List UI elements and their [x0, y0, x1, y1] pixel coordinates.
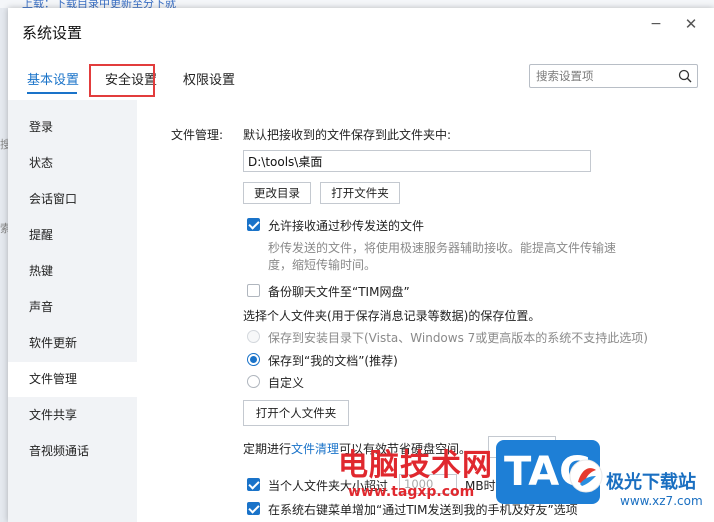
- save-folder-description: 默认把接收到的文件保存到此文件夹中:: [243, 128, 452, 142]
- background-left-strip: 搜 索: [0, 8, 11, 522]
- save-path-input[interactable]: [243, 150, 591, 172]
- cleanup-prefix: 定期进行: [243, 442, 292, 456]
- fast-send-description-cont: 度，缩短传输时间。: [268, 258, 377, 272]
- open-personal-folder-button[interactable]: 打开个人文件夹: [243, 400, 349, 426]
- sidebar-item-hotkeys[interactable]: 热键: [8, 254, 137, 289]
- allow-fast-send-label: 允许接收通过秒传发送的文件: [268, 219, 425, 233]
- background-top-strip: 上载：下载目录中更新至分下就: [0, 0, 714, 10]
- context-menu-checkbox[interactable]: [247, 502, 260, 515]
- go-cleanup-button[interactable]: 前去清理: [488, 436, 556, 458]
- minimize-button[interactable]: −: [644, 14, 668, 34]
- size-limit-label: 当个人文件夹大小超过: [268, 479, 389, 493]
- tab-permission-settings[interactable]: 权限设置: [183, 69, 235, 88]
- size-limit-checkbox[interactable]: [247, 478, 260, 491]
- content-panel: 文件管理: 默认把接收到的文件保存到此文件夹中: 更改目录 打开文件夹 允许接收…: [137, 100, 714, 522]
- highlight-box: [89, 64, 155, 97]
- cleanup-suffix: 可以有效节省硬盘空间。: [339, 442, 472, 456]
- backup-cloud-checkbox[interactable]: [247, 284, 260, 297]
- backup-cloud-label: 备份聊天文件至“TIM网盘”: [268, 285, 410, 299]
- search-input[interactable]: [536, 67, 666, 85]
- radio-my-documents-label: 保存到“我的文档”(推荐): [268, 354, 398, 368]
- sidebar-item-login[interactable]: 登录: [8, 110, 137, 145]
- sidebar-item-sound[interactable]: 声音: [8, 290, 137, 325]
- cleanup-description: 定期进行文件清理可以有效节省硬盘空间。: [243, 440, 471, 457]
- radio-install-dir-label: 保存到安装目录下(Vista、Windows 7或更高版本的系统不支持此选项): [268, 331, 648, 345]
- allow-fast-send-checkbox[interactable]: [247, 218, 260, 231]
- context-menu-label: 在系统右键菜单增加“通过TIM发送到我的手机及好友”选项: [268, 503, 578, 517]
- window-title: 系统设置: [22, 24, 83, 42]
- sidebar-item-reminder[interactable]: 提醒: [8, 218, 137, 253]
- radio-install-dir[interactable]: [247, 330, 260, 343]
- size-limit-input[interactable]: 1000: [399, 474, 457, 494]
- sidebar-item-file-management[interactable]: 文件管理: [8, 362, 137, 397]
- personal-folder-description: 选择个人文件夹(用于保存消息记录等数据)的保存位置。: [243, 309, 541, 323]
- search-icon[interactable]: [678, 69, 692, 83]
- tab-basic-settings[interactable]: 基本设置: [27, 69, 79, 88]
- radio-my-documents[interactable]: [247, 353, 260, 366]
- section-label: 文件管理:: [171, 128, 224, 142]
- sidebar-item-file-sharing[interactable]: 文件共享: [8, 398, 137, 433]
- search-box[interactable]: [529, 64, 698, 88]
- close-button[interactable]: ✕: [679, 14, 703, 34]
- sidebar-item-software-update[interactable]: 软件更新: [8, 326, 137, 361]
- sidebar: 登录 状态 会话窗口 提醒 热键 声音 软件更新 文件管理 文件共享 音视频通话: [8, 100, 137, 522]
- open-folder-button[interactable]: 打开文件夹: [320, 182, 400, 204]
- change-directory-button[interactable]: 更改目录: [243, 182, 311, 204]
- sidebar-item-chat-window[interactable]: 会话窗口: [8, 182, 137, 217]
- size-limit-unit: MB时，提醒我清理: [465, 479, 568, 493]
- active-tab-underline: [27, 92, 77, 94]
- file-cleanup-link[interactable]: 文件清理: [291, 442, 339, 456]
- settings-window: 系统设置 − ✕ 基本设置 安全设置 权限设置 登录 状态 会话窗口 提醒 热键…: [8, 8, 714, 522]
- sidebar-item-av-call[interactable]: 音视频通话: [8, 434, 137, 469]
- radio-custom[interactable]: [247, 375, 260, 388]
- fast-send-description: 秒传发送的文件，将使用极速服务器辅助接收。能提高文件传输速: [268, 241, 617, 255]
- sidebar-item-status[interactable]: 状态: [8, 146, 137, 181]
- radio-custom-label: 自定义: [268, 376, 305, 390]
